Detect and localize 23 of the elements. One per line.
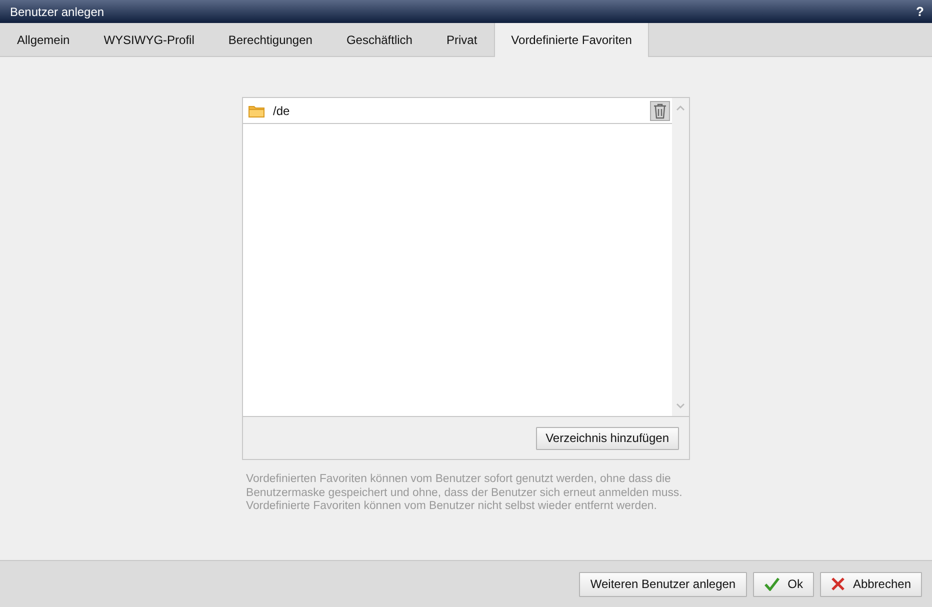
ok-button[interactable]: Ok xyxy=(752,572,814,596)
scroll-down-icon[interactable] xyxy=(676,403,685,409)
add-user-button[interactable]: Weiteren Benutzer anlegen xyxy=(579,572,747,596)
tab[interactable]: Geschäftlich xyxy=(329,23,430,56)
cancel-button[interactable]: Abbrechen xyxy=(820,572,922,596)
help-button[interactable]: ? xyxy=(916,4,924,19)
window-title: Benutzer anlegen xyxy=(10,4,104,18)
delete-button[interactable] xyxy=(650,100,670,120)
tab[interactable]: Vordefinierte Favoriten xyxy=(494,23,649,57)
tab[interactable]: WYSIWYG-Profil xyxy=(86,23,212,56)
scroll-up-icon[interactable] xyxy=(676,105,685,111)
folder-icon xyxy=(248,104,265,118)
trash-icon xyxy=(653,102,667,118)
tab[interactable]: Berechtigungen xyxy=(211,23,330,56)
favorite-path: /de xyxy=(273,104,291,118)
add-folder-button[interactable]: Verzeichnis hinzufügen xyxy=(536,426,679,450)
favorite-row[interactable]: /de xyxy=(243,98,672,124)
hint-text: Vordefinierten Favoriten können vom Benutzer sofort genutzt werden, ohne dass die Benutzermaske gespeichert und ohne, dass der Benutzer sich erneut anmelden muss. Vordefinierte Favoriten können vom Benutzer nicht selbst wieder entfernt werden. xyxy=(246,473,684,514)
close-icon xyxy=(830,577,845,591)
scrollbar[interactable] xyxy=(672,98,689,416)
tab[interactable]: Privat xyxy=(429,23,494,56)
check-icon xyxy=(764,577,780,591)
tab[interactable]: Allgemein xyxy=(0,23,87,56)
